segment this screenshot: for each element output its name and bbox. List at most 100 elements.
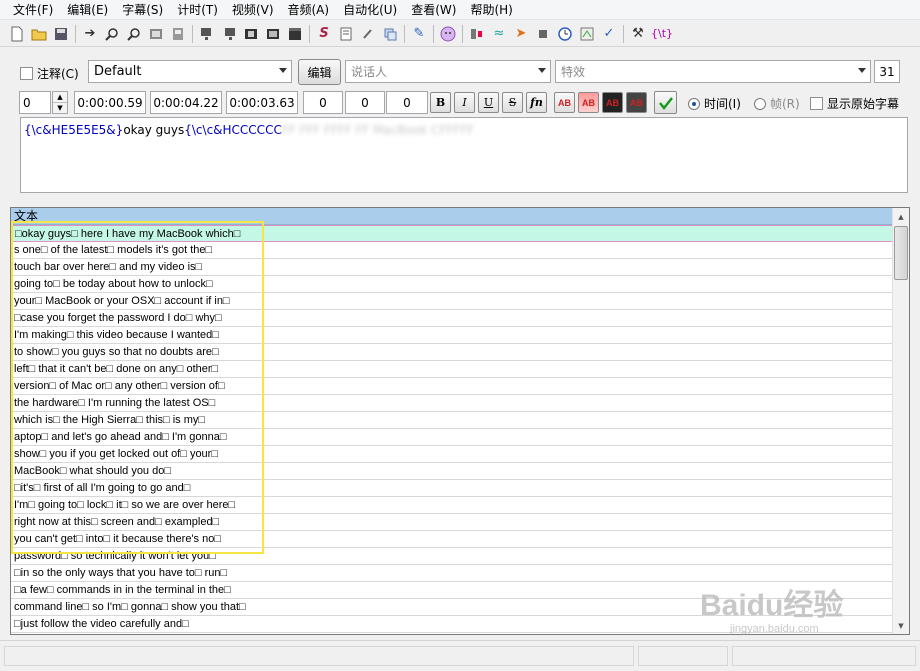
table-row[interactable]: the hardware□ I'm running the latest OS□ <box>11 395 893 412</box>
secondary-color-button[interactable]: AB <box>578 92 599 113</box>
frame-radio[interactable] <box>754 97 766 110</box>
tools-icon[interactable]: ⚒ <box>627 23 649 45</box>
monitor2-icon[interactable] <box>218 23 240 45</box>
show-original-checkbox[interactable] <box>810 97 823 110</box>
table-row[interactable]: □it's□ first of all I'm going to go and□ <box>11 480 893 497</box>
strikeout-button[interactable]: S <box>502 92 523 113</box>
open-folder-icon[interactable] <box>28 23 50 45</box>
zoom-out-icon[interactable] <box>123 23 145 45</box>
start-time-field[interactable]: 0:00:00.59 <box>74 91 146 114</box>
spell-check-icon[interactable]: ✓ <box>598 23 620 45</box>
table-row[interactable]: □in so the only ways that you have to□ r… <box>11 565 893 582</box>
subtitle-text-editor[interactable]: {\c&HE5E5E5&}okay guys{\c\c&HCCCCCCFF FF… <box>20 117 908 193</box>
spin-down-icon[interactable]: ▼ <box>53 103 67 113</box>
scroll-thumb[interactable] <box>894 226 908 280</box>
zoom-in-icon[interactable] <box>101 23 123 45</box>
timing-icon[interactable]: ≈ <box>488 23 510 45</box>
menu-view[interactable]: 查看(W) <box>404 0 463 20</box>
attachments-icon[interactable] <box>357 23 379 45</box>
table-row[interactable]: show□ you if you get locked out of□ your… <box>11 446 893 463</box>
table-row[interactable]: I'm making□ this video because I wanted□ <box>11 327 893 344</box>
monitor-icon[interactable] <box>196 23 218 45</box>
vertical-scrollbar[interactable]: ▲ ▼ <box>892 208 909 634</box>
menu-help[interactable]: 帮助(H) <box>463 0 519 20</box>
underline-button[interactable]: U <box>478 92 499 113</box>
comment-checkbox-group[interactable]: 注释(C) <box>20 65 79 82</box>
table-row[interactable]: touch bar over here□ and my video is□ <box>11 259 893 276</box>
bold-button[interactable]: B <box>430 92 451 113</box>
table-row[interactable]: password□ so technically it won't let yo… <box>11 548 893 565</box>
style-icon[interactable]: S <box>313 23 335 45</box>
menu-video[interactable]: 视频(V) <box>225 0 281 20</box>
time-radio-group[interactable]: 时间(I) <box>688 95 741 112</box>
layer-field[interactable]: 0 <box>19 91 51 114</box>
commit-button[interactable] <box>654 91 677 114</box>
film2-icon[interactable] <box>262 23 284 45</box>
table-row[interactable]: your□ MacBook or your OSX□ account if in… <box>11 293 893 310</box>
time-radio[interactable] <box>688 97 700 110</box>
table-row[interactable]: MacBook□ what should you do□ <box>11 463 893 480</box>
shift-icon[interactable]: ➤ <box>510 23 532 45</box>
end-time-field[interactable]: 0:00:04.22 <box>150 91 222 114</box>
font-button[interactable]: fn <box>526 92 547 113</box>
frame-radio-group[interactable]: 帧(R) <box>754 95 800 112</box>
italic-button[interactable]: I <box>454 92 475 113</box>
video-frame-icon[interactable] <box>145 23 167 45</box>
kanji-icon[interactable] <box>466 23 488 45</box>
save-icon[interactable] <box>50 23 72 45</box>
layer-spin-buttons[interactable]: ▲ ▼ <box>52 91 68 114</box>
fonts-icon[interactable] <box>379 23 401 45</box>
actor-select[interactable]: 说话人 <box>345 60 551 83</box>
scroll-up-icon[interactable]: ▲ <box>893 208 909 225</box>
table-row[interactable]: right now at this□ screen and□ exampled□ <box>11 514 893 531</box>
outline-color-button[interactable]: AB <box>602 92 623 113</box>
resample-icon[interactable] <box>576 23 598 45</box>
table-row[interactable]: □okay guys□ here I have my MacBook which… <box>11 225 893 242</box>
table-row[interactable]: going to□ be today about how to unlock□ <box>11 276 893 293</box>
table-row[interactable]: version□ of Mac or□ any other□ version o… <box>11 378 893 395</box>
column-header-text[interactable]: 文本 <box>11 208 893 225</box>
clapper-icon[interactable] <box>284 23 306 45</box>
menu-automation[interactable]: 自动化(U) <box>336 0 404 20</box>
stop-icon[interactable] <box>532 23 554 45</box>
new-file-icon[interactable] <box>6 23 28 45</box>
jump-arrow-icon[interactable]: ➔ <box>79 23 101 45</box>
table-row[interactable]: you can't get□ into□ it because there's … <box>11 531 893 548</box>
table-row[interactable]: aptop□ and let's go ahead and□ I'm gonna… <box>11 429 893 446</box>
spin-up-icon[interactable]: ▲ <box>53 92 67 103</box>
margin-left-field[interactable]: 0 <box>303 91 343 114</box>
table-row[interactable]: □a few□ commands in in the terminal in t… <box>11 582 893 599</box>
show-original-group[interactable]: 显示原始字幕 <box>810 95 899 112</box>
film-icon[interactable] <box>240 23 262 45</box>
table-row[interactable]: which is□ the High Sierra□ this□ is my□ <box>11 412 893 429</box>
style-select[interactable]: Default <box>88 60 292 83</box>
menu-edit[interactable]: 编辑(E) <box>60 0 115 20</box>
properties-icon[interactable] <box>335 23 357 45</box>
comment-checkbox[interactable] <box>20 67 33 80</box>
edit-style-button[interactable]: 编辑 <box>298 59 341 85</box>
table-row[interactable]: □just follow the video carefully and□ <box>11 616 893 633</box>
margin-vertical-field[interactable]: 0 <box>386 91 428 114</box>
menu-file[interactable]: 文件(F) <box>6 0 60 20</box>
menu-subtitle[interactable]: 字幕(S) <box>115 0 170 20</box>
table-row[interactable]: □case you forget the password I do□ why□ <box>11 310 893 327</box>
shadow-color-button[interactable]: AB <box>626 92 647 113</box>
primary-color-button[interactable]: AB <box>554 92 575 113</box>
duration-field[interactable]: 0:00:03.63 <box>226 91 298 114</box>
menu-timing[interactable]: 计时(T) <box>170 0 225 20</box>
clock-icon[interactable] <box>554 23 576 45</box>
subtitle-grid[interactable]: 文本 □okay guys□ here I have my MacBook wh… <box>10 207 910 635</box>
margin-right-field[interactable]: 0 <box>345 91 385 114</box>
scroll-down-icon[interactable]: ▼ <box>893 617 909 634</box>
table-row[interactable]: command line□ so I'm□ gonna□ show you th… <box>11 599 893 616</box>
karaoke-icon[interactable] <box>437 23 459 45</box>
table-row[interactable]: s one□ of the latest□ models it's got th… <box>11 242 893 259</box>
table-row[interactable]: to show□ you guys so that no doubts are□ <box>11 344 893 361</box>
table-row[interactable]: I'm□ going to□ lock□ it□ so we are over … <box>11 497 893 514</box>
menu-audio[interactable]: 音频(A) <box>281 0 337 20</box>
tags-icon[interactable]: {\t} <box>649 23 675 45</box>
table-row[interactable]: left□ that it can't be□ done on any□ oth… <box>11 361 893 378</box>
snapshot-icon[interactable] <box>167 23 189 45</box>
translate-icon[interactable]: ✎ <box>408 23 430 45</box>
effect-select[interactable]: 特效 <box>555 60 871 83</box>
